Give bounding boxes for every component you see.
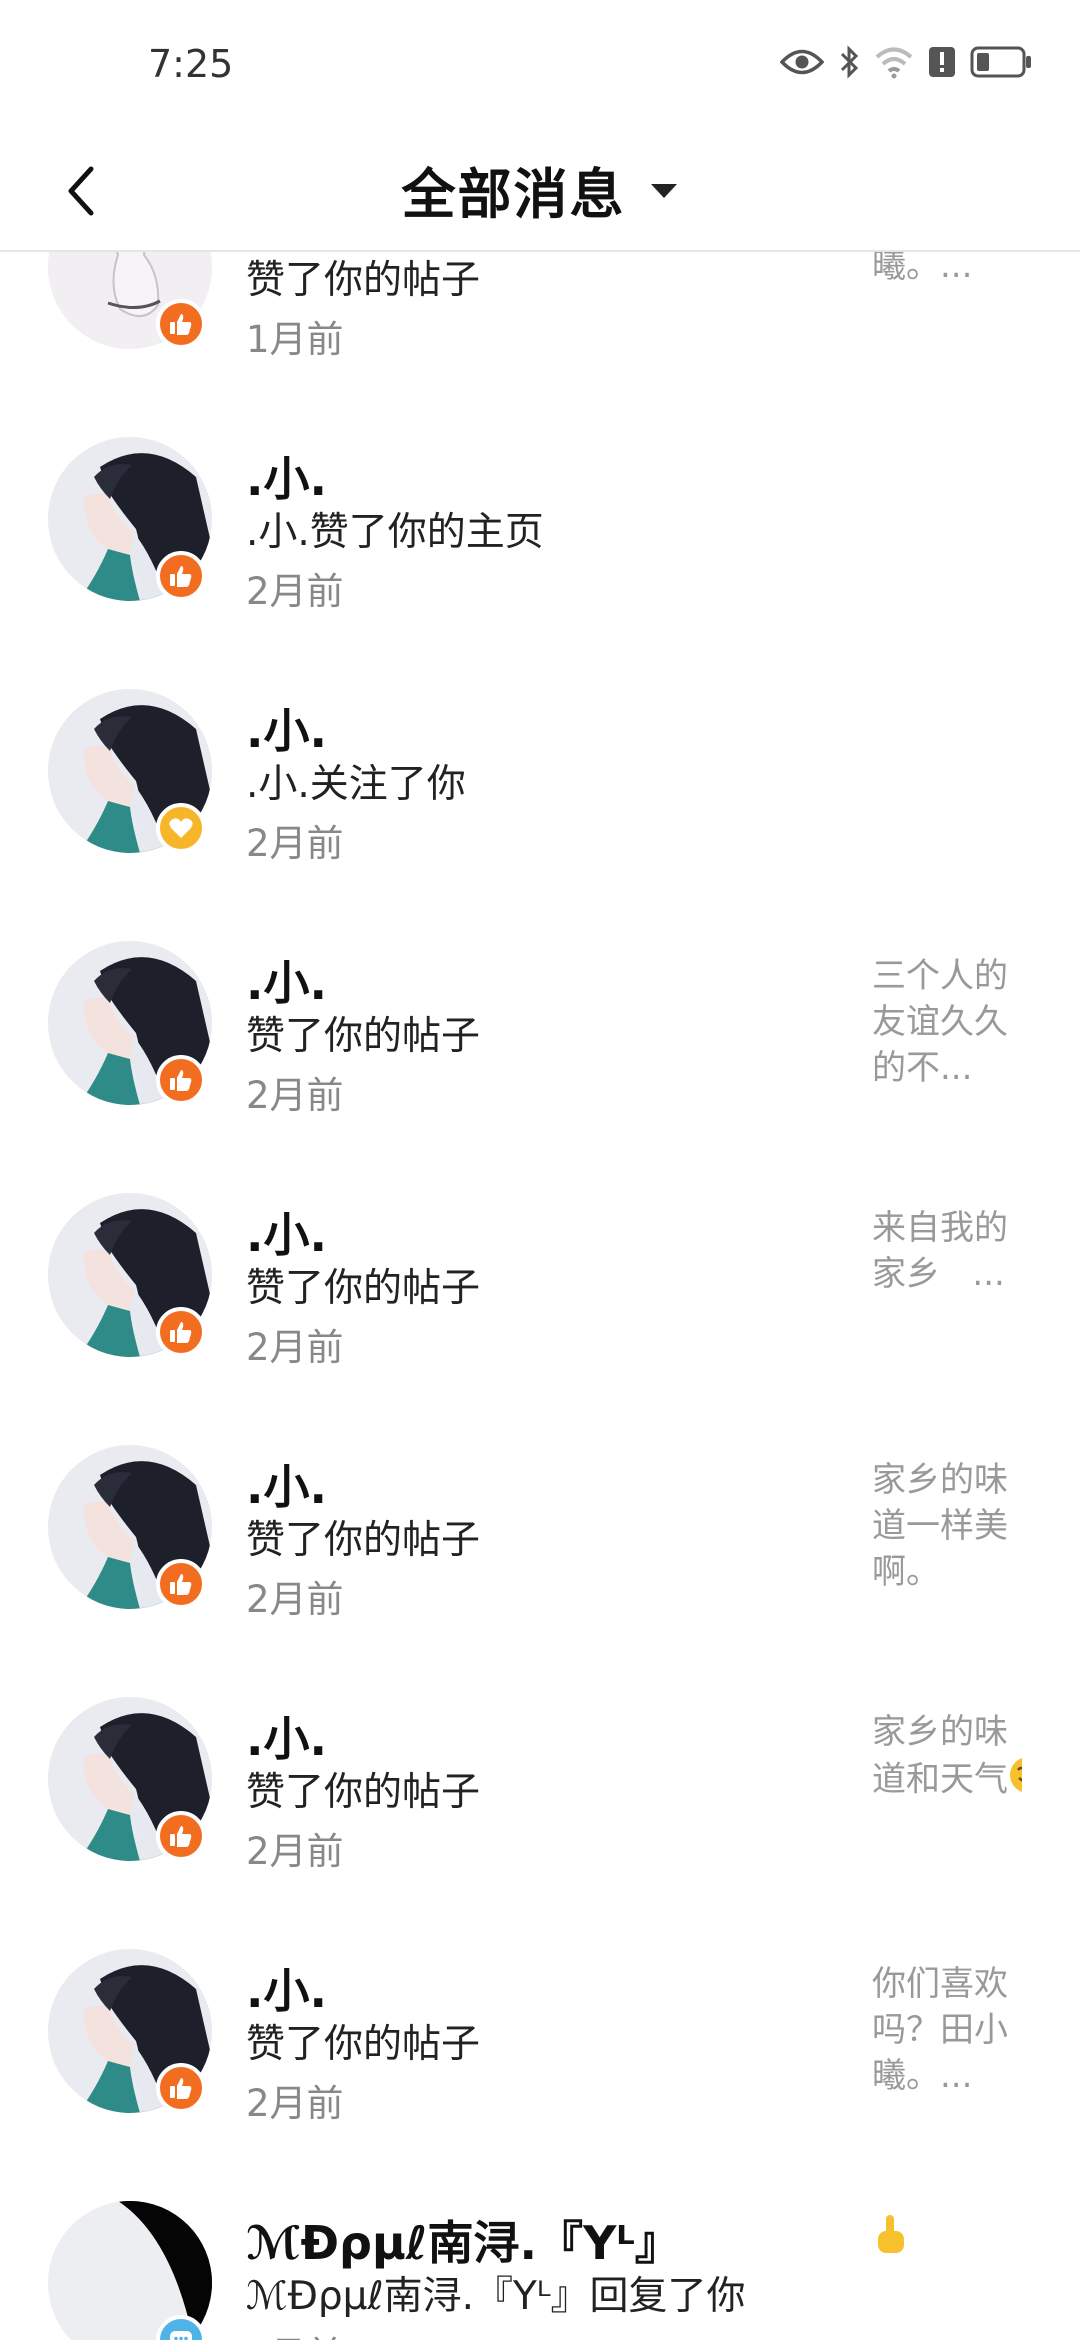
message-item[interactable]: .小. 赞了你的帖子 2月前 来自我的 家乡 ...	[0, 1159, 1080, 1411]
message-time: 2月前	[246, 1830, 344, 1873]
message-time: 2月前	[246, 822, 344, 865]
post-preview[interactable]: 三个人的 友谊久久 的不...	[872, 953, 1022, 1091]
message-time: 2月前	[246, 570, 344, 613]
sender-name[interactable]: .小.	[246, 947, 327, 1013]
like-badge	[156, 1811, 206, 1861]
message-list[interactable]: 赞了你的帖子1月前吗？田小 曦。....小..小.赞了你的主页2月前.小..小.…	[0, 252, 1080, 2340]
message-action: 赞了你的帖子	[246, 1770, 481, 1815]
message-item[interactable]: ℳĐρμℓ南浔.『Yᴸ』ℳĐρμℓ南浔.『Yᴸ』回复了你 2月前	[0, 2167, 1080, 2340]
message-item[interactable]: 赞了你的帖子 1月前 吗？田小 曦。...	[0, 252, 1080, 403]
alert-icon	[928, 46, 956, 78]
post-preview-text: 你们喜欢 吗？田小 曦。...	[872, 1964, 1008, 2096]
post-preview-text: 吗？田小 曦。...	[872, 252, 973, 286]
message-item[interactable]: .小. 赞了你的帖子 2月前 你们喜欢 吗？田小 曦。...	[0, 1915, 1080, 2167]
message-action: 赞了你的帖子	[246, 1014, 481, 1059]
message-action: 赞了你的帖子	[246, 1266, 481, 1311]
message-time: 2月前	[246, 1074, 344, 1117]
message-time: 1月前	[246, 318, 344, 361]
message-item[interactable]: .小. 赞了你的帖子 2月前 三个人的 友谊久久 的不...	[0, 907, 1080, 1159]
thumbs-up-icon	[170, 2078, 192, 2099]
battery-icon	[970, 46, 1032, 78]
message-time: 2月前	[246, 1578, 344, 1621]
like-badge	[156, 551, 206, 601]
post-preview[interactable]: 来自我的 家乡 ...	[872, 1205, 1022, 1297]
sender-name[interactable]: ℳĐρμℓ南浔.『Yᴸ』	[246, 2207, 681, 2273]
pointing-up-emoji-icon	[872, 2213, 908, 2269]
post-preview[interactable]: 家乡的味 道一样美 啊。	[872, 1457, 1022, 1595]
tongue-out-emoji-icon	[1008, 1755, 1022, 1807]
status-bar: 7:25	[0, 0, 1080, 130]
wifi-icon	[874, 45, 914, 79]
header-bar: 全部消息	[0, 130, 1080, 252]
sender-name[interactable]: .小.	[246, 443, 327, 509]
sender-name[interactable]: .小.	[246, 1451, 327, 1517]
post-preview-text: 家乡的味 道一样美 啊。	[872, 1460, 1008, 1592]
caret-down-icon	[649, 182, 679, 204]
post-preview-text: 来自我的 家乡 ...	[872, 1208, 1008, 1294]
message-time: 2月前	[246, 1326, 344, 1369]
bluetooth-icon	[838, 44, 860, 80]
status-time: 7:25	[148, 42, 234, 86]
post-preview[interactable]	[872, 2213, 1022, 2269]
thumbs-up-icon	[170, 1574, 192, 1595]
page-title: 全部消息	[401, 163, 626, 226]
message-action: 赞了你的帖子	[246, 1518, 481, 1563]
message-action: .小.赞了你的主页	[246, 510, 544, 555]
like-badge	[156, 1559, 206, 1609]
like-badge	[156, 1307, 206, 1357]
post-preview[interactable]: 你们喜欢 吗？田小 曦。...	[872, 1961, 1022, 2099]
like-badge	[156, 2063, 206, 2113]
thumbs-up-icon	[170, 566, 192, 587]
post-preview-text: 三个人的 友谊久久 的不...	[872, 956, 1008, 1088]
message-item[interactable]: .小. 赞了你的帖子 2月前 家乡的味 道和天气	[0, 1663, 1080, 1915]
message-action: ℳĐρμℓ南浔.『Yᴸ』回复了你	[246, 2274, 746, 2319]
post-preview-text: 家乡的味 道和天气	[872, 1712, 1008, 1800]
thumbs-up-icon	[170, 314, 192, 335]
sender-name[interactable]: .小.	[246, 695, 327, 761]
eye-icon	[780, 47, 824, 77]
sender-name[interactable]: .小.	[246, 1955, 327, 2021]
message-action: 赞了你的帖子	[246, 2022, 481, 2067]
message-item[interactable]: .小. .小.关注了你 2月前	[0, 655, 1080, 907]
heart-icon	[169, 818, 193, 838]
message-action: .小.关注了你	[246, 762, 466, 807]
sender-name[interactable]: .小.	[246, 1703, 327, 1769]
message-filter-dropdown[interactable]: 全部消息	[0, 150, 1080, 229]
message-time: 2月前	[246, 2082, 344, 2125]
like-badge	[156, 299, 206, 349]
post-preview[interactable]: 家乡的味 道和天气	[872, 1709, 1022, 1807]
message-item[interactable]: .小. 赞了你的帖子 2月前 家乡的味 道一样美 啊。	[0, 1411, 1080, 1663]
post-preview[interactable]: 吗？田小 曦。...	[872, 252, 1022, 289]
message-item[interactable]: .小. .小.赞了你的主页 2月前	[0, 403, 1080, 655]
follow-badge	[156, 803, 206, 853]
sender-name[interactable]: .小.	[246, 1199, 327, 1265]
like-badge	[156, 1055, 206, 1105]
thumbs-up-icon	[170, 1322, 192, 1343]
message-action: 赞了你的帖子	[246, 258, 481, 303]
comment-icon	[170, 2331, 192, 2340]
thumbs-up-icon	[170, 1826, 192, 1847]
thumbs-up-icon	[170, 1070, 192, 1091]
message-time: 2月前	[246, 2325, 344, 2340]
status-icons	[780, 44, 1032, 80]
